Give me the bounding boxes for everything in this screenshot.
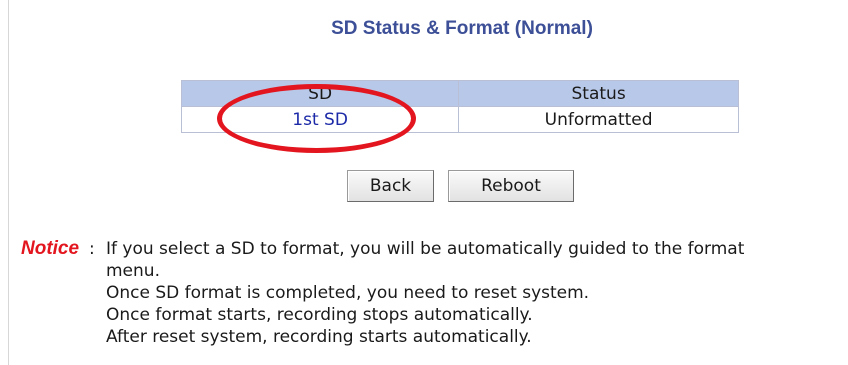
- notice-line-2: menu.: [106, 261, 160, 281]
- sd-status-table: SD Status 1st SD Unformatted: [180, 80, 739, 133]
- notice-line-5: After reset system, recording starts aut…: [106, 327, 532, 347]
- back-button[interactable]: Back: [347, 170, 434, 202]
- sd-cell: 1st SD: [180, 106, 460, 133]
- sd-status-page: SD Status & Format (Normal) SD Status 1s…: [0, 0, 848, 365]
- notice-text: If you select a SD to format, you will b…: [106, 238, 744, 348]
- notice-line-3: Once SD format is completed, you need to…: [106, 283, 590, 303]
- page-title: SD Status & Format (Normal): [331, 18, 593, 39]
- notice-separator: :: [89, 239, 95, 259]
- status-cell: Unformatted: [458, 106, 739, 133]
- reboot-button[interactable]: Reboot: [448, 170, 574, 202]
- table-header-row: SD Status: [180, 80, 739, 107]
- sd-link-1st[interactable]: 1st SD: [292, 110, 348, 130]
- column-header-status: Status: [458, 80, 739, 107]
- notice-label: Notice: [21, 238, 80, 259]
- notice-line-1: If you select a SD to format, you will b…: [106, 239, 745, 259]
- column-header-sd: SD: [180, 80, 460, 107]
- notice-line-4: Once format starts, recording stops auto…: [106, 305, 533, 325]
- table-row: 1st SD Unformatted: [180, 106, 739, 133]
- left-divider: [8, 0, 9, 365]
